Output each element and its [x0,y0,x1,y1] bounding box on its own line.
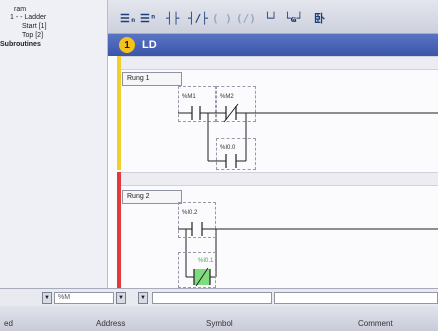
ladder-toolbar: ☰ₙ ☰ⁿ ┤├ ┤/├ ( ) (/) └┘ └ҩ┘ 卧 [108,0,438,34]
ladder-editor[interactable]: Rung 1 %M1 %M2 %I0.0 Rung 2 %I0.2 %I0.1 [108,56,438,288]
comment-filter-input[interactable] [274,292,438,304]
column-header-comment[interactable]: Comment [358,319,393,328]
coil-button[interactable]: ( ) [212,10,232,26]
branch-open-button[interactable]: └┘ [264,10,277,26]
project-tree: ram 1 - - Ladder Start [1] Top [2] Subro… [0,0,108,288]
insert-rung-below-button[interactable]: ☰ⁿ [140,10,156,26]
function-block-button[interactable]: 卧 [314,10,325,26]
rung-2-label[interactable]: Rung 2 [122,190,182,204]
section-header: 1 LD [108,34,438,56]
filter-type-dropdown-icon[interactable]: ▼ [42,292,52,304]
insert-rung-above-button[interactable]: ☰ₙ [120,10,136,26]
tree-item-top[interactable]: Top [2] [22,32,43,39]
column-header-used[interactable]: ed [4,319,13,328]
section-language-label: LD [142,39,157,51]
negated-coil-button[interactable]: (/) [236,10,256,26]
symbol-filter-bar: ▼ %M ▼ ▼ [0,288,438,306]
tree-item-subroutines[interactable]: Subroutines [0,41,41,48]
contact-label-i01: %I0.1 [198,258,214,264]
tree-item-ladder[interactable]: 1 - - Ladder [10,14,46,21]
section-number-badge: 1 [119,37,135,53]
column-header-address[interactable]: Address [96,319,125,328]
tree-item-start[interactable]: Start [1] [22,23,47,30]
tree-item-program[interactable]: ram [14,6,26,13]
branch-close-button[interactable]: └ҩ┘ [284,10,303,26]
power-rail-rung-2 [117,172,121,288]
address-filter-dropdown-icon[interactable]: ▼ [116,292,126,304]
no-contact-button[interactable]: ┤├ [166,10,179,26]
symbol-table-header: ed Address Symbol Comment [0,306,438,331]
symbol-filter-input[interactable] [152,292,272,304]
address-filter-input[interactable]: %M [54,292,114,304]
symbol-filter-toggle-icon[interactable]: ▼ [138,292,148,304]
column-header-symbol[interactable]: Symbol [206,319,233,328]
contact-label-i02: %I0.2 [182,210,198,216]
nc-contact-button[interactable]: ┤/├ [188,10,208,26]
rung-2-cell-1[interactable] [178,202,216,238]
rung-grid-header-2 [120,172,438,186]
